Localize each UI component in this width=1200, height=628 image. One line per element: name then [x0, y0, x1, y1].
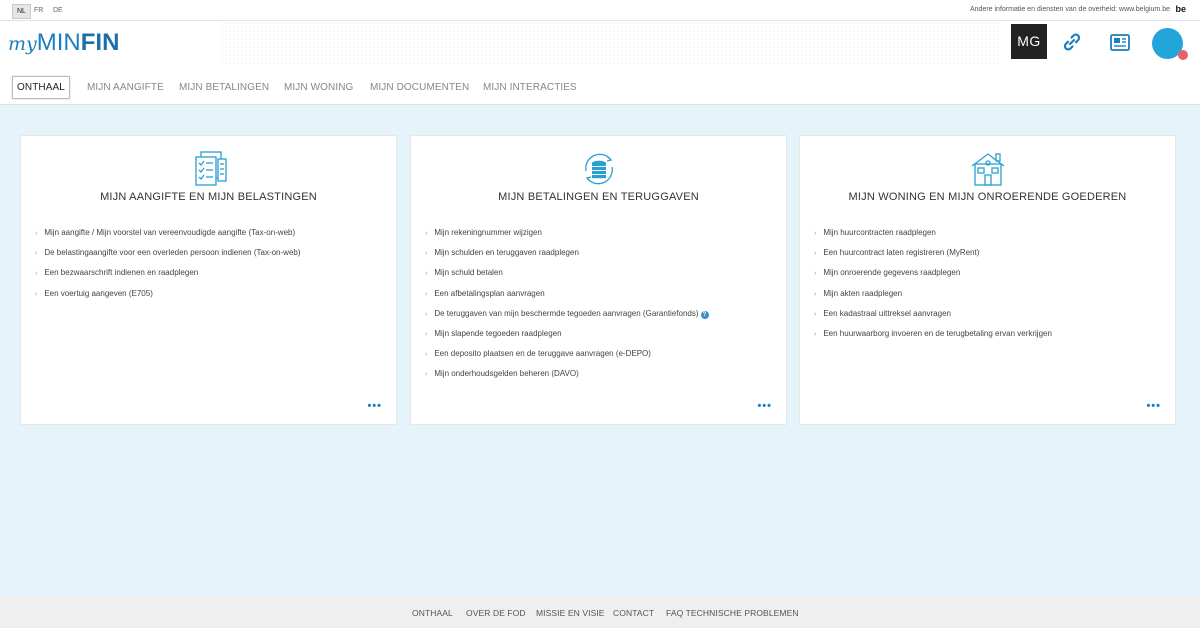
link-label[interactable]: De teruggaven van mijn beschermde tegoed… [434, 309, 698, 318]
list-item[interactable]: › Een bezwaarschrift indienen en raadpleg… [35, 268, 382, 288]
footer-link-faq[interactable]: FAQ TECHNISCHE PROBLEMEN [666, 608, 799, 618]
chevron-right-icon: › [35, 270, 38, 278]
list-item[interactable]: › Mijn aangifte / Mijn voorstel van veree… [35, 228, 382, 248]
chevron-right-icon: › [814, 310, 817, 318]
link-label[interactable]: Een huurwaarborg invoeren en de terugbet… [823, 329, 1052, 338]
tab-mijn-woning[interactable]: MIJN WONING [280, 77, 357, 98]
footer-link-over-de-fod[interactable]: OVER DE FOD [466, 608, 526, 618]
list-item[interactable]: › Mijn huurcontracten raadplegen [814, 228, 1161, 248]
link-label[interactable]: Een kadastraal uittreksel aanvragen [823, 309, 951, 318]
card-links: › Mijn rekeningnummer wijzigen › Mijn schu… [425, 228, 772, 390]
link-label[interactable]: Een afbetalingsplan aanvragen [434, 289, 544, 298]
lang-de[interactable]: DE [49, 4, 67, 17]
chevron-right-icon: › [425, 270, 428, 278]
chevron-right-icon: › [35, 290, 38, 298]
top-strip: NL FR DE Andere informatie en diensten v… [0, 0, 1200, 21]
belgium-logo[interactable]: be [1175, 4, 1186, 14]
list-item[interactable]: › Mijn schulden en teruggaven raadplegen [425, 248, 772, 268]
more-button[interactable]: ••• [367, 400, 382, 412]
link-label[interactable]: Mijn onderhoudsgelden beheren (DAVO) [434, 369, 578, 378]
card-aangifte: MIJN AANGIFTE EN MIJN BELASTINGEN › Mijn … [20, 135, 397, 425]
link-label[interactable]: Mijn huurcontracten raadplegen [823, 228, 936, 237]
card-title: MIJN AANGIFTE EN MIJN BELASTINGEN [100, 191, 317, 203]
house-icon [968, 149, 1008, 189]
card-links: › Mijn huurcontracten raadplegen › Een huu… [814, 228, 1161, 349]
chevron-right-icon: › [35, 250, 38, 258]
link-label[interactable]: Een deposito plaatsen en de teruggave aa… [434, 349, 651, 358]
logo-fin: FIN [80, 29, 120, 56]
list-item[interactable]: › Mijn slapende tegoeden raadplegen [425, 329, 772, 349]
chevron-right-icon: › [425, 230, 428, 237]
list-item[interactable]: › Mijn onderhoudsgelden beheren (DAVO) [425, 369, 772, 389]
link-label[interactable]: De belastingaangifte voor een overleden … [44, 248, 300, 257]
logo-my: my [8, 33, 37, 55]
footer-link-contact[interactable]: CONTACT [613, 608, 654, 618]
notification-dot [1178, 50, 1188, 60]
chevron-right-icon: › [425, 310, 428, 318]
link-label[interactable]: Mijn slapende tegoeden raadplegen [434, 329, 561, 338]
list-item[interactable]: › De belastingaangifte voor een overleden… [35, 248, 382, 268]
news-icon[interactable] [1109, 31, 1131, 53]
footer-link-onthaal[interactable]: ONTHAAL [412, 608, 453, 618]
link-icon[interactable] [1061, 31, 1083, 53]
list-item[interactable]: › Een kadastraal uittreksel aanvragen [814, 309, 1161, 329]
chevron-right-icon: › [814, 330, 817, 338]
link-label[interactable]: Mijn schulden en teruggaven raadplegen [434, 248, 579, 257]
more-button[interactable]: ••• [1146, 400, 1161, 412]
card-title: MIJN BETALINGEN EN TERUGGAVEN [498, 191, 699, 203]
government-link[interactable]: Andere informatie en diensten van de ove… [970, 6, 1170, 13]
link-label[interactable]: Een voertuig aangeven (E705) [44, 289, 153, 298]
footer: ONTHAAL OVER DE FOD MISSIE EN VISIE CONT… [0, 596, 1200, 628]
myminfin-logo[interactable]: myMINFIN [8, 29, 119, 57]
header-pattern [220, 21, 1000, 65]
tab-mijn-aangifte[interactable]: MIJN AANGIFTE [83, 77, 168, 98]
list-item[interactable]: › Een huurwaarborg invoeren en de terugbe… [814, 329, 1161, 349]
chevron-right-icon: › [814, 230, 817, 237]
list-item[interactable]: › Mijn rekeningnummer wijzigen [425, 228, 772, 248]
logo-min: MIN [36, 29, 81, 56]
list-item[interactable]: › Een voertuig aangeven (E705) [35, 289, 382, 309]
lang-fr[interactable]: FR [30, 4, 47, 17]
card-title: MIJN WONING EN MIJN ONROERENDE GOEDEREN [848, 191, 1127, 203]
chevron-right-icon: › [425, 371, 428, 379]
link-label[interactable]: Een huurcontract laten registreren (MyRe… [823, 248, 979, 257]
chevron-right-icon: › [35, 230, 38, 237]
link-label[interactable]: Mijn schuld betalen [434, 268, 502, 277]
card-betalingen: MIJN BETALINGEN EN TERUGGAVEN › Mijn reke… [410, 135, 787, 425]
list-item[interactable]: › Een huurcontract laten registreren (MyR… [814, 248, 1161, 268]
chevron-right-icon: › [814, 290, 817, 298]
main-nav: ONTHAAL MIJN AANGIFTE MIJN BETALINGEN MI… [0, 65, 1200, 105]
chevron-right-icon: › [425, 351, 428, 359]
tab-mijn-betalingen[interactable]: MIJN BETALINGEN [175, 77, 273, 98]
link-label[interactable]: Mijn aangifte / Mijn voorstel van vereen… [44, 228, 295, 237]
footer-link-missie-en-visie[interactable]: MISSIE EN VISIE [536, 608, 605, 618]
user-initials-badge[interactable]: MG [1011, 24, 1047, 59]
card-woning: MIJN WONING EN MIJN ONROERENDE GOEDEREN … [799, 135, 1176, 425]
help-icon[interactable]: ? [700, 310, 709, 319]
tab-mijn-interacties[interactable]: MIJN INTERACTIES [479, 77, 581, 98]
tax-form-icon [189, 149, 229, 189]
link-label[interactable]: Mijn onroerende gegevens raadplegen [823, 268, 960, 277]
link-label[interactable]: Een bezwaarschrift indienen en raadplege… [44, 268, 198, 277]
header: myMINFIN MG [0, 21, 1200, 65]
lang-nl[interactable]: NL [12, 4, 31, 19]
chevron-right-icon: › [425, 290, 428, 298]
chevron-right-icon: › [425, 250, 428, 258]
more-button[interactable]: ••• [757, 400, 772, 412]
tab-onthaal[interactable]: ONTHAAL [12, 76, 70, 99]
card-links: › Mijn aangifte / Mijn voorstel van veree… [35, 228, 382, 309]
chevron-right-icon: › [814, 270, 817, 278]
list-item[interactable]: › Mijn onroerende gegevens raadplegen [814, 268, 1161, 288]
list-item[interactable]: › Mijn schuld betalen [425, 268, 772, 288]
chevron-right-icon: › [814, 250, 817, 258]
tab-mijn-documenten[interactable]: MIJN DOCUMENTEN [366, 77, 473, 98]
coins-refund-icon [579, 149, 619, 189]
list-item[interactable]: › Een afbetalingsplan aanvragen [425, 289, 772, 309]
link-label[interactable]: Mijn rekeningnummer wijzigen [434, 228, 542, 237]
list-item[interactable]: › De teruggaven van mijn beschermde tegoe… [425, 309, 772, 329]
chevron-right-icon: › [425, 330, 428, 338]
list-item[interactable]: › Een deposito plaatsen en de teruggave a… [425, 349, 772, 369]
list-item[interactable]: › Mijn akten raadplegen [814, 289, 1161, 309]
link-label[interactable]: Mijn akten raadplegen [823, 289, 902, 298]
